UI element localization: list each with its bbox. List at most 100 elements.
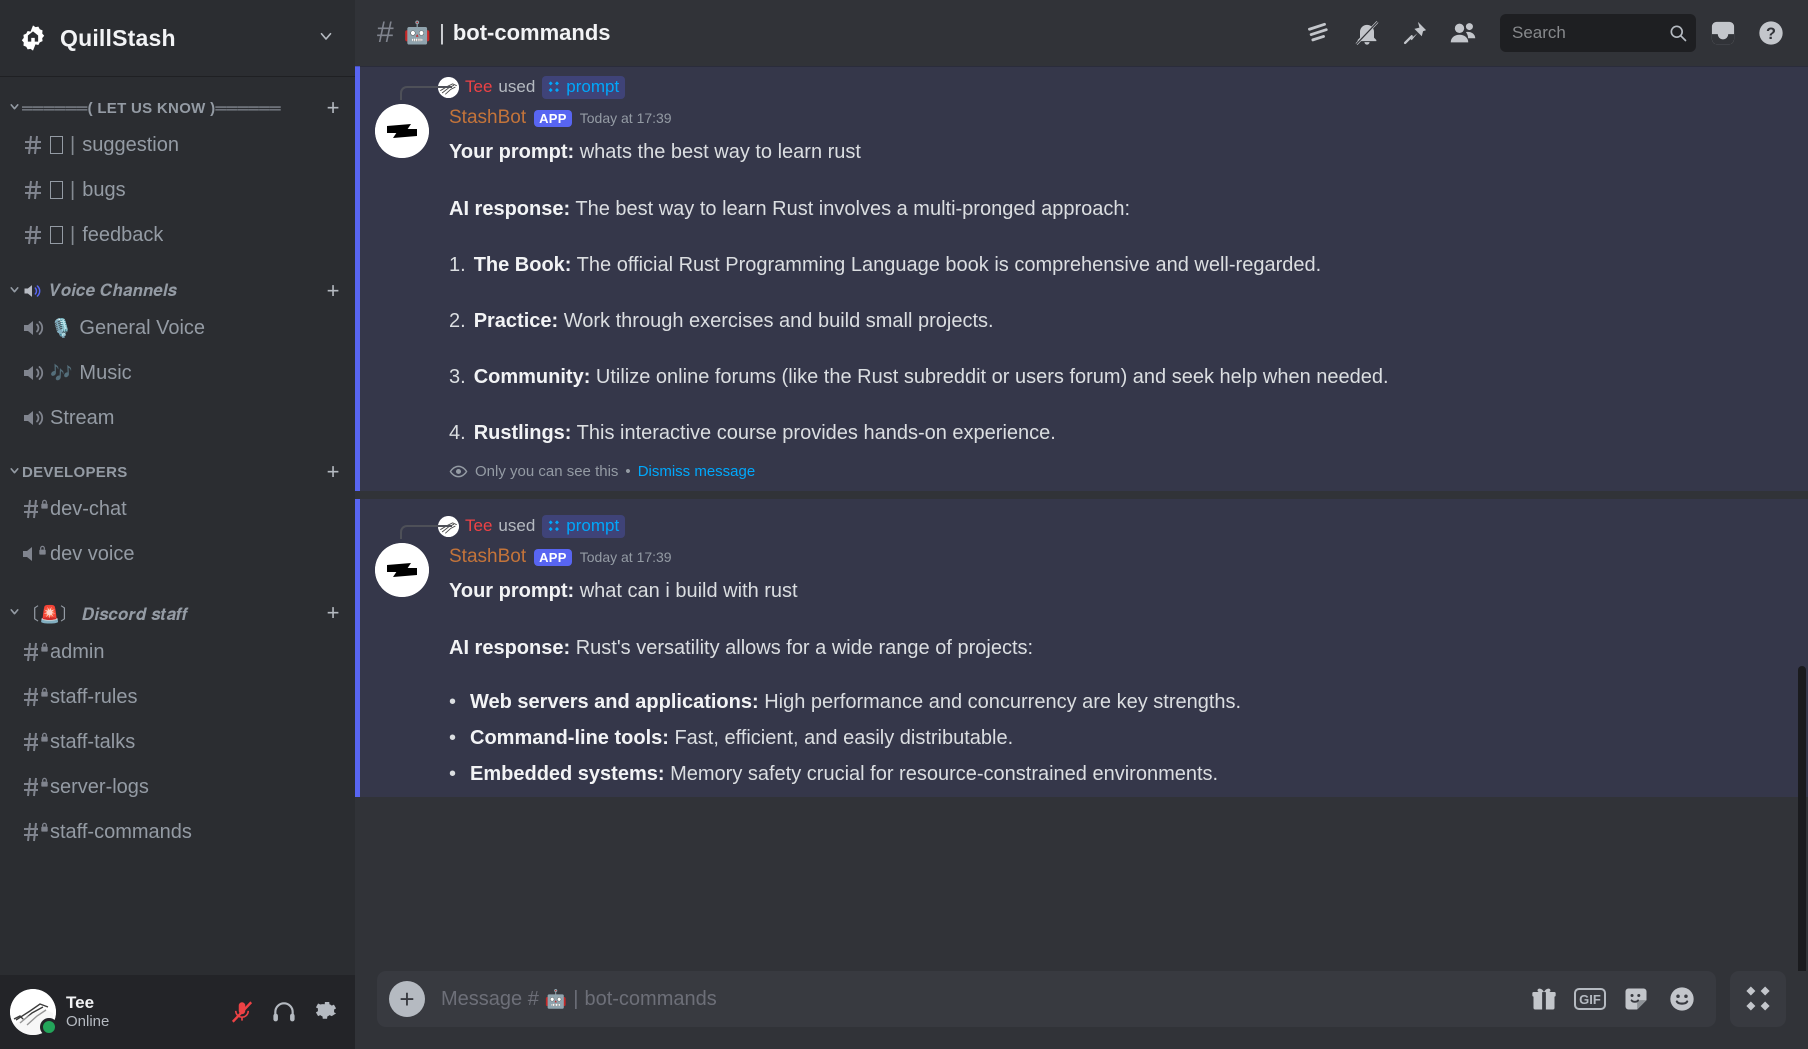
channel-feedback[interactable]: | feedback <box>8 213 347 257</box>
channel-label: Stream <box>50 407 114 430</box>
robot-emoji: 🤖 <box>544 989 568 1009</box>
gift-icon[interactable] <box>1524 979 1564 1019</box>
channel-music[interactable]: 🎶 Music <box>8 351 347 395</box>
emoji-icon[interactable] <box>1662 979 1702 1019</box>
server-name: QuillStash <box>60 24 176 51</box>
microphone-emoji: 🎙️ <box>50 318 73 338</box>
chevron-down-icon <box>6 283 22 299</box>
channel-general-voice[interactable]: 🎙️ General Voice <box>8 306 347 350</box>
command-chip[interactable]: prompt <box>542 75 626 99</box>
channel-staff-talks[interactable]: staff-talks <box>8 720 347 764</box>
command-chip[interactable]: prompt <box>542 514 626 538</box>
hash-locked-icon <box>16 775 50 799</box>
gif-icon[interactable]: GIF <box>1570 979 1610 1019</box>
members-icon[interactable] <box>1442 12 1484 54</box>
response-line: AI response: Rust's versatility allows f… <box>449 635 1788 661</box>
list-bullet: • <box>449 763 457 785</box>
category-header-voice-channels[interactable]: 𝑽𝒐𝒊𝒄𝒆 𝑪𝒉𝒂𝒏𝒏𝒆𝒍𝒔 + <box>0 271 355 305</box>
prompt-text: what can i build with rust <box>579 580 798 602</box>
channel-server-logs[interactable]: server-logs <box>8 765 347 809</box>
channel-bugs[interactable]: | bugs <box>8 168 347 212</box>
command-user-name[interactable]: Tee <box>465 77 492 97</box>
message-body: StashBot APP Today at 17:39 Your prompt:… <box>449 104 1788 481</box>
channel-label: admin <box>50 641 104 664</box>
channel-label: staff-rules <box>50 686 137 709</box>
create-channel-icon[interactable]: + <box>321 97 345 119</box>
robot-emoji: 🤖 <box>403 20 432 45</box>
channel-list[interactable]: ══════( LET US KNOW )══════ + | suggesti… <box>0 76 355 975</box>
ephemeral-separator: • <box>625 463 631 480</box>
status-indicator-online <box>40 1018 58 1036</box>
server-header[interactable]: QuillStash <box>0 0 355 76</box>
chevron-down-icon[interactable] <box>317 27 335 49</box>
category-header-let-us-know[interactable]: ══════( LET US KNOW )══════ + <box>0 88 355 122</box>
microphone-muted-icon[interactable] <box>221 991 263 1033</box>
channel-name: suggestion <box>82 133 179 156</box>
command-user-name[interactable]: Tee <box>465 516 492 536</box>
message-placeholder: Message # 🤖 | bot-commands <box>441 988 1518 1011</box>
message-list[interactable]: Tee used prompt StashBot APP Today at 17… <box>355 66 1808 971</box>
avatar[interactable] <box>10 989 58 1036</box>
missing-glyph-icon <box>50 136 63 154</box>
hash-locked-icon <box>16 820 50 844</box>
bell-muted-icon[interactable] <box>1346 12 1388 54</box>
list-text: Fast, efficient, and easily distributabl… <box>674 727 1014 749</box>
message-header: StashBot APP Today at 17:39 <box>449 544 1788 570</box>
bot-avatar[interactable] <box>375 104 429 158</box>
command-used-text: used <box>498 516 536 535</box>
apps-button[interactable] <box>1730 971 1786 1027</box>
channel-staff-commands[interactable]: staff-commands <box>8 810 347 854</box>
eye-icon <box>449 462 468 481</box>
channel-admin[interactable]: admin <box>8 630 347 674</box>
category-header-discord-staff[interactable]: 〔🚨〕 𝑫𝒊𝒔𝒄𝒐𝒓𝒅 𝒔𝒕𝒂𝒇𝒇 + <box>0 590 355 629</box>
create-channel-icon[interactable]: + <box>321 280 345 302</box>
message-divider <box>355 491 1808 499</box>
search-placeholder: Search <box>1512 23 1566 42</box>
command-invocation-line: Tee used prompt <box>400 72 1788 102</box>
channel-stream[interactable]: Stream <box>8 396 347 440</box>
channel-topbar: # 🤖 | bot-commands Search ? <box>355 0 1808 66</box>
channel-name: bugs <box>82 178 126 201</box>
composer-area: + Message # 🤖 | bot-commands GIF <box>355 971 1808 1049</box>
help-icon[interactable]: ? <box>1750 12 1792 54</box>
command-used-text: used <box>498 77 536 96</box>
inbox-icon[interactable] <box>1702 12 1744 54</box>
headphones-icon[interactable] <box>263 991 305 1033</box>
list-title: Command-line tools: <box>470 727 669 749</box>
list-bullet: • <box>449 691 457 713</box>
channel-label: dev voice <box>50 543 135 566</box>
category-label: 𝑽𝒐𝒊𝒄𝒆 𝑪𝒉𝒂𝒏𝒏𝒆𝒍𝒔 <box>50 281 177 300</box>
search-input[interactable]: Search <box>1500 14 1696 52</box>
bot-avatar[interactable] <box>375 543 429 597</box>
message-scrollbar[interactable] <box>1798 666 1806 971</box>
svg-text:?: ? <box>1766 25 1776 43</box>
app-command-icon <box>547 519 561 533</box>
channel-staff-rules[interactable]: staff-rules <box>8 675 347 719</box>
create-channel-icon[interactable]: + <box>321 461 345 483</box>
list-item: • Embedded systems: Memory safety crucia… <box>449 761 1788 787</box>
sticker-icon[interactable] <box>1616 979 1656 1019</box>
app-command-icon <box>547 80 561 94</box>
author-name[interactable]: StashBot <box>449 107 526 129</box>
discord-app: QuillStash ══════( LET US KNOW )══════ + <box>0 0 1808 1049</box>
list-title: The Book: <box>473 254 572 276</box>
search-icon <box>1668 23 1688 43</box>
placeholder-prefix: Message # <box>441 987 539 1010</box>
channel-name: staff-commands <box>50 820 192 843</box>
channel-dev-voice[interactable]: dev voice <box>8 532 347 576</box>
create-channel-icon[interactable]: + <box>321 601 345 623</box>
app-badge: APP <box>534 109 572 127</box>
channel-suggestion[interactable]: | suggestion <box>8 123 347 167</box>
author-name[interactable]: StashBot <box>449 546 526 568</box>
category-header-developers[interactable]: DEVELOPERS + <box>0 452 355 486</box>
message-input[interactable]: + Message # 🤖 | bot-commands GIF <box>377 971 1716 1027</box>
threads-icon[interactable] <box>1298 12 1340 54</box>
gear-icon[interactable] <box>305 991 347 1033</box>
response-text: Rust's versatility allows for a wide ran… <box>575 637 1034 659</box>
list-item: • Web servers and applications: High per… <box>449 689 1788 715</box>
channel-label: server-logs <box>50 776 149 799</box>
attach-button[interactable]: + <box>389 981 425 1017</box>
channel-dev-chat[interactable]: dev-chat <box>8 487 347 531</box>
dismiss-message-link[interactable]: Dismiss message <box>638 463 756 480</box>
pin-icon[interactable] <box>1394 12 1436 54</box>
